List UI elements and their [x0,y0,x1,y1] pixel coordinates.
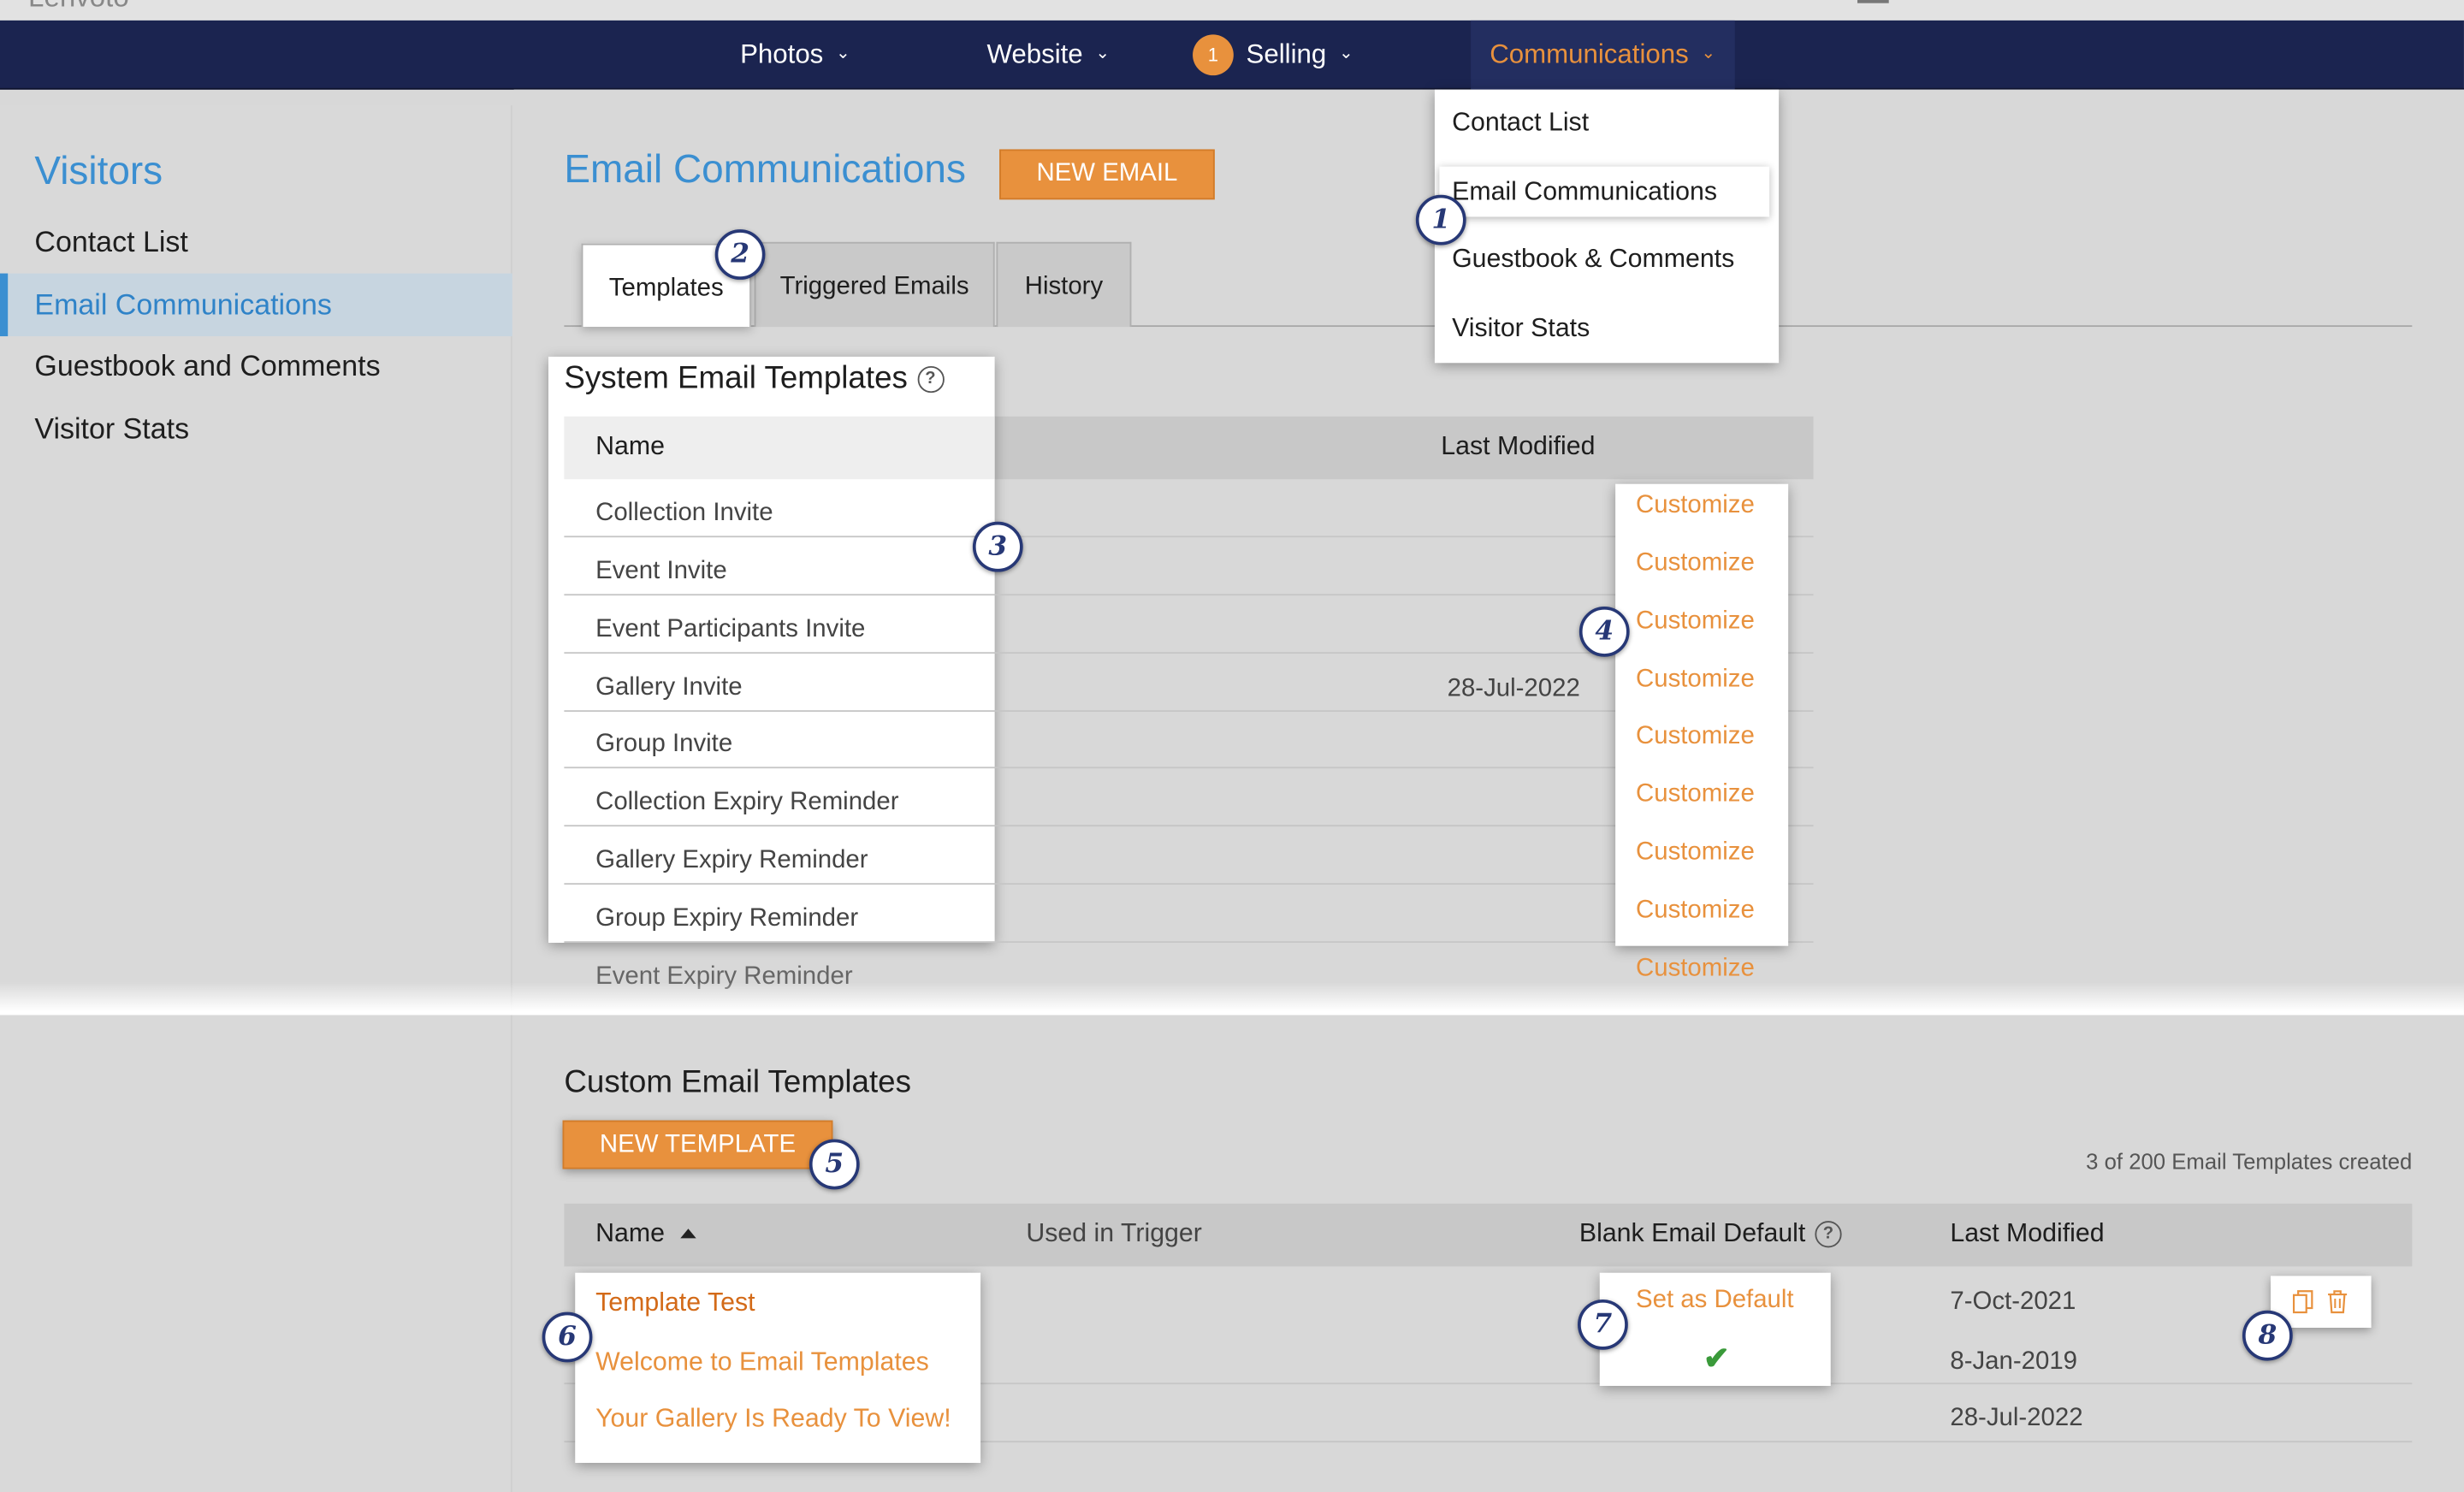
customize-link[interactable]: Customize [1636,550,1755,578]
custom-table-header [564,1203,2413,1267]
custom-col-default: Blank Email Default ? [1579,1219,1842,1249]
system-templates-title-text: System Email Templates [564,361,908,396]
callout-marker: 4 [1578,606,1630,657]
nav-website[interactable]: Website ⌄ [986,21,1110,90]
sidebar-item-contact-list[interactable]: Contact List [0,210,512,273]
callout-marker: 8 [2242,1310,2293,1361]
nav-selling[interactable]: 1 Selling ⌄ [1193,21,1353,90]
sidebar-title: Visitors [34,149,163,193]
new-template-button[interactable]: NEW TEMPLATE [562,1120,833,1169]
customize-link[interactable]: Customize [1636,897,1755,926]
sidebar-item-guestbook[interactable]: Guestbook and Comments [0,335,512,397]
customize-link[interactable]: Customize [1636,666,1755,694]
customize-link[interactable]: Customize [1636,781,1755,809]
customize-link[interactable]: Customize [1636,607,1755,636]
nav-communications[interactable]: Communications ⌄ [1471,20,1735,90]
custom-col-default-label: Blank Email Default [1578,1219,1806,1248]
help-icon[interactable]: ? [1815,1221,1842,1248]
system-template-name: Collection Invite [595,500,773,527]
sidebar-item-visitor-stats[interactable]: Visitor Stats [0,398,512,460]
system-template-name: Event Participants Invite [595,615,866,642]
trash-icon[interactable] [2327,1290,2348,1314]
dropdown-email-communications[interactable]: Email Communications [1439,166,1770,217]
custom-template-name[interactable]: Welcome to Email Templates [595,1348,929,1378]
dropdown-guestbook[interactable]: Guestbook & Comments [1452,246,1734,275]
col-last-modified[interactable]: Last Modified [1441,432,1595,462]
set-as-default-link[interactable]: Set as Default [1636,1287,1794,1315]
nav-website-label: Website [986,38,1083,69]
callout-marker: 3 [972,521,1023,572]
selling-badge: 1 [1193,34,1234,76]
account-icon [1857,0,1889,3]
custom-col-name[interactable]: Name [595,1219,696,1249]
system-template-name: Event Invite [595,557,727,584]
callout-marker: 2 [714,229,766,280]
system-template-name: Group Invite [595,731,733,759]
callout-marker: 5 [808,1139,860,1190]
sidebar-continuation [0,1015,512,1492]
system-template-name: Collection Expiry Reminder [595,789,899,816]
custom-template-date: 7-Oct-2021 [1950,1288,2076,1316]
section-fade [0,981,2464,1017]
chevron-down-icon: ⌄ [1095,44,1111,63]
copy-icon[interactable] [2292,1290,2313,1314]
customize-link[interactable]: Customize [1636,724,1755,752]
col-name[interactable]: Name [595,432,665,462]
page-title: Email Communications [564,147,966,192]
chevron-down-icon: ⌄ [1701,44,1716,63]
custom-templates-title: Custom Email Templates [564,1065,911,1100]
callout-marker: 7 [1578,1299,1628,1350]
nav-communications-label: Communications [1490,38,1689,69]
custom-col-modified[interactable]: Last Modified [1950,1219,2104,1249]
custom-template-name[interactable]: Template Test [595,1288,755,1318]
system-template-name: Group Expiry Reminder [595,904,859,932]
nav-photos[interactable]: Photos ⌄ [740,21,850,90]
new-email-button[interactable]: NEW EMAIL [999,149,1215,200]
customize-link[interactable]: Customize [1636,955,1755,983]
app-logo-text: Lenvoto [28,0,129,15]
help-icon[interactable]: ? [916,365,945,394]
system-template-name: Gallery Expiry Reminder [595,847,868,874]
dropdown-visitor-stats[interactable]: Visitor Stats [1452,314,1590,344]
custom-col-trigger: Used in Trigger [1026,1219,1202,1248]
dropdown-contact-list[interactable]: Contact List [1452,109,1589,139]
system-template-name: Gallery Invite [595,673,743,701]
top-strip: Lenvoto [0,0,2464,21]
communications-dropdown: Contact List Email Communications Guestb… [1434,89,1780,364]
custom-template-date: 8-Jan-2019 [1950,1347,2078,1376]
sidebar-item-email-communications[interactable]: Email Communications [0,273,512,337]
custom-template-name[interactable]: Your Gallery Is Ready To View! [595,1405,951,1435]
templates-count: 3 of 200 Email Templates created [2086,1148,2413,1175]
nav-selling-label: Selling [1246,38,1327,69]
checkmark-icon: ✔ [1703,1341,1730,1377]
callout-marker: 6 [542,1311,593,1363]
system-template-date: 28-Jul-2022 [1447,674,1580,702]
customize-link[interactable]: Customize [1636,492,1755,520]
tab-history[interactable]: History [996,241,1132,328]
main-navbar: Photos ⌄ Website ⌄ 1 Selling ⌄ Communica… [0,20,2464,90]
sort-up-icon [680,1229,696,1239]
custom-col-name-label: Name [595,1219,665,1248]
nav-photos-label: Photos [740,38,824,69]
chevron-down-icon: ⌄ [836,44,850,63]
tab-triggered-emails[interactable]: Triggered Emails [754,241,995,328]
custom-template-date: 28-Jul-2022 [1950,1405,2083,1432]
callout-marker: 1 [1415,194,1466,246]
chevron-down-icon: ⌄ [1338,44,1353,63]
customize-link[interactable]: Customize [1636,839,1755,867]
system-templates-title: System Email Templates ? [564,361,945,397]
